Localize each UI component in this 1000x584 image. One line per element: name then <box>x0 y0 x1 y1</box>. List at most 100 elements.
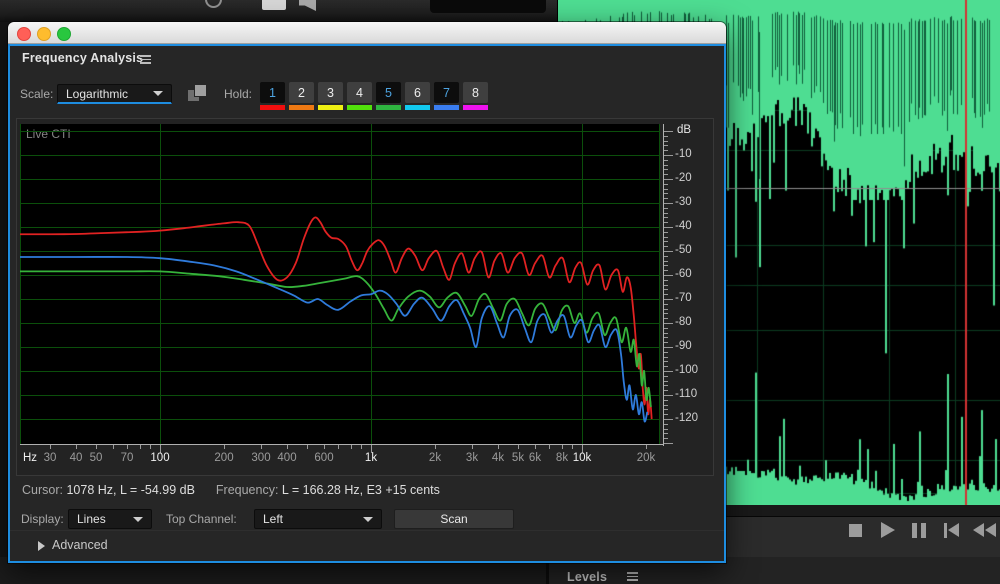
db-tick <box>664 217 668 218</box>
toolbar-field <box>430 0 546 13</box>
db-tick <box>664 342 668 343</box>
db-tick <box>664 299 673 300</box>
display-label: Display: <box>21 512 64 526</box>
play-button[interactable] <box>875 517 901 543</box>
hold-button-6[interactable]: 6 <box>405 82 430 110</box>
chevron-down-icon <box>133 517 143 522</box>
freq-ruler-line <box>20 444 664 445</box>
scan-button[interactable]: Scan <box>394 509 514 529</box>
freq-tick <box>562 445 563 449</box>
panel-button-icon[interactable] <box>262 0 286 10</box>
top-channel-dropdown[interactable]: Left <box>254 509 382 529</box>
hold-color-bar <box>318 105 343 110</box>
close-window-button[interactable] <box>17 27 31 41</box>
db-tick <box>664 131 673 132</box>
hold-color-bar <box>260 105 285 110</box>
panel-menu-icon[interactable] <box>140 55 151 66</box>
hold-button-7[interactable]: 7 <box>434 82 459 110</box>
freq-tick <box>113 445 114 449</box>
copy-snapshot-button[interactable] <box>186 83 208 103</box>
db-tick <box>664 328 668 329</box>
play-icon <box>881 522 895 538</box>
frequency-plot[interactable]: Live CTI <box>20 124 660 444</box>
freq-tick <box>140 445 141 449</box>
pause-icon <box>912 523 926 538</box>
speaker-icon[interactable] <box>299 0 316 11</box>
freq-tick <box>127 445 128 449</box>
hold-button-label[interactable]: 2 <box>289 82 314 103</box>
db-tick <box>664 337 668 338</box>
db-tick <box>664 241 668 242</box>
db-tick <box>664 141 668 142</box>
db-tick <box>664 318 668 319</box>
display-dropdown[interactable]: Lines <box>68 509 152 529</box>
hold-button-8[interactable]: 8 <box>463 82 488 110</box>
hold-button-2[interactable]: 2 <box>289 82 314 110</box>
rewind-icon <box>973 523 996 537</box>
skip-to-start-button[interactable] <box>938 517 964 543</box>
freq-tick <box>518 445 519 449</box>
freq-tick <box>261 445 262 449</box>
db-tick <box>664 198 668 199</box>
hold-button-label[interactable]: 1 <box>260 82 285 103</box>
levels-panel-menu-icon[interactable] <box>627 572 638 583</box>
db-tick <box>664 409 668 410</box>
zoom-window-button[interactable] <box>57 27 71 41</box>
frequency-analysis-panel: Frequency Analysis Scale: Logarithmic Ho… <box>8 44 726 563</box>
app-toolbar <box>0 0 558 22</box>
freq-tick-label: 600 <box>304 452 344 465</box>
cursor-label: Cursor: <box>22 483 63 497</box>
db-tick <box>664 429 668 430</box>
top-channel-value: Left <box>263 512 283 526</box>
minimize-window-button[interactable] <box>37 27 51 41</box>
scale-dropdown[interactable]: Logarithmic <box>57 84 172 104</box>
freq-tick-label: 20k <box>626 452 666 465</box>
db-tick <box>664 433 668 434</box>
db-tick <box>664 246 668 247</box>
freq-tick-label: 2k <box>415 452 455 465</box>
db-tick <box>664 160 668 161</box>
freq-tick-label: 200 <box>204 452 244 465</box>
db-tick <box>664 395 673 396</box>
db-tick <box>664 265 668 266</box>
disclosure-triangle-icon <box>38 541 45 551</box>
db-tick <box>664 424 668 425</box>
hold-color-bar <box>405 105 430 110</box>
freq-tick <box>324 445 325 449</box>
advanced-label: Advanced <box>52 538 108 552</box>
hold-button-label[interactable]: 5 <box>376 82 401 103</box>
freq-tick <box>435 445 436 449</box>
scale-value: Logarithmic <box>66 87 128 101</box>
freq-tick-label: 100 <box>140 452 180 465</box>
db-tick <box>664 261 668 262</box>
advanced-section[interactable]: Advanced <box>10 530 724 561</box>
hold-button-4[interactable]: 4 <box>347 82 372 110</box>
freq-tick-label: 10k <box>562 452 602 465</box>
hold-button-1[interactable]: 1 <box>260 82 285 110</box>
hold-button-3[interactable]: 3 <box>318 82 343 110</box>
freq-tick <box>549 445 550 449</box>
db-tick <box>664 222 668 223</box>
frequency-value: L = 166.28 Hz, E3 +15 cents <box>282 483 440 497</box>
hold-button-label[interactable]: 6 <box>405 82 430 103</box>
freq-tick <box>472 445 473 449</box>
db-tick <box>664 165 668 166</box>
db-tick-label: -110 <box>675 388 719 402</box>
hold-button-label[interactable]: 7 <box>434 82 459 103</box>
db-tick <box>664 189 668 190</box>
pause-button[interactable] <box>906 517 932 543</box>
hold-button-5[interactable]: 5 <box>376 82 401 110</box>
db-tick <box>664 443 673 444</box>
db-tick <box>664 390 668 391</box>
tool-icon[interactable] <box>205 0 222 8</box>
db-tick-label: -20 <box>675 172 719 186</box>
window-titlebar[interactable] <box>8 22 726 44</box>
hold-button-label[interactable]: 3 <box>318 82 343 103</box>
db-tick <box>664 203 673 204</box>
stop-button[interactable] <box>842 517 868 543</box>
hold-button-label[interactable]: 4 <box>347 82 372 103</box>
db-tick <box>664 184 668 185</box>
hold-button-label[interactable]: 8 <box>463 82 488 103</box>
curve-hold-7-blue <box>20 257 647 422</box>
rewind-button[interactable] <box>971 517 997 543</box>
